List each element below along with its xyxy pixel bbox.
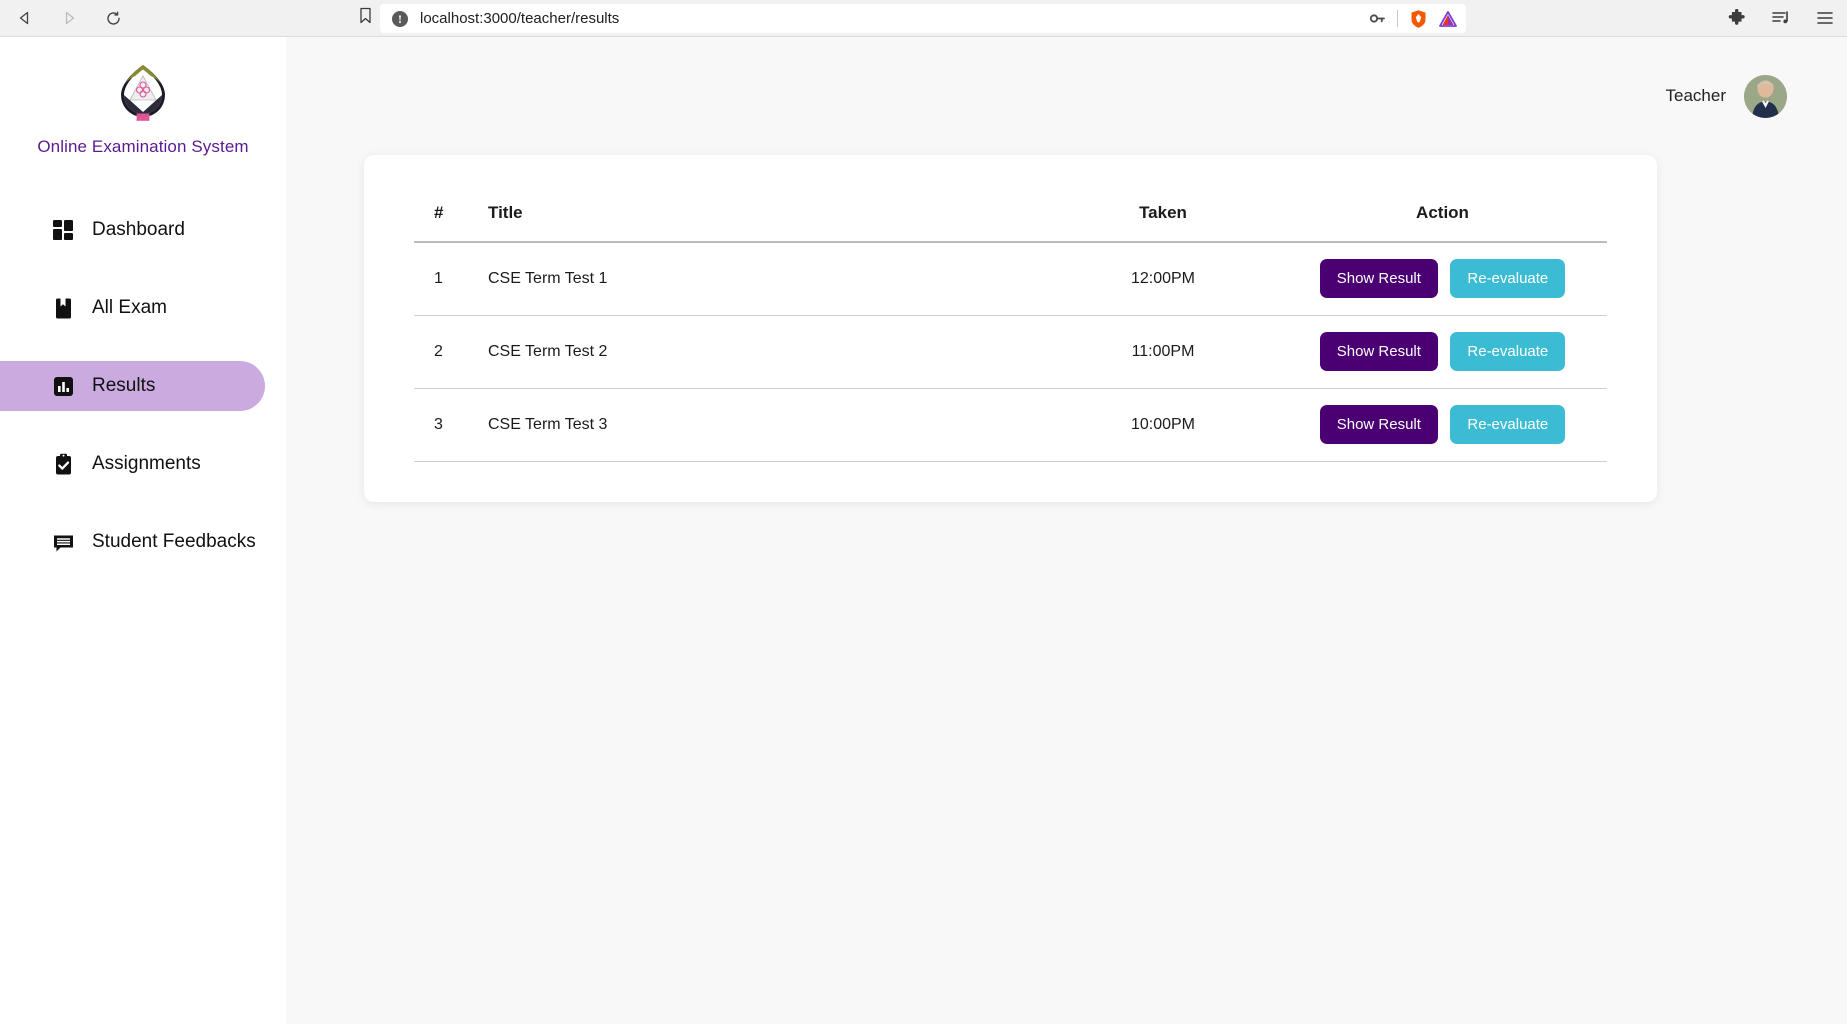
reload-button[interactable] [99,4,127,32]
hamburger-menu-icon[interactable] [1813,6,1837,30]
table-row: 2 CSE Term Test 2 11:00PM Show Result Re… [414,315,1607,389]
password-key-icon[interactable] [1367,9,1387,29]
url-text[interactable]: localhost:3000/teacher/results [420,10,1367,27]
chat-message-icon [52,531,75,554]
row-actions: Show Result Re-evaluate [1278,388,1607,462]
svg-text:UNIV: UNIV [137,100,150,106]
row-number: 1 [414,242,488,316]
playlist-icon[interactable] [1769,6,1793,30]
browser-nav-buttons [0,4,127,32]
sidebar: UNIV ███ Online Examination System Dashb… [0,37,286,1024]
row-title: CSE Term Test 1 [488,242,1048,316]
avatar[interactable] [1744,74,1787,118]
results-table-body: 1 CSE Term Test 1 12:00PM Show Result Re… [414,242,1607,462]
extensions-puzzle-icon[interactable] [1725,6,1749,30]
row-title: CSE Term Test 3 [488,388,1048,462]
brand: UNIV ███ Online Examination System [0,61,286,157]
table-row: 3 CSE Term Test 3 10:00PM Show Result Re… [414,388,1607,462]
bookmark-button[interactable] [352,5,378,31]
sidebar-item-student-feedbacks[interactable]: Student Feedbacks [0,517,265,567]
sidebar-item-label: All Exam [92,297,167,318]
row-actions: Show Result Re-evaluate [1278,242,1607,316]
bar-chart-icon [52,375,75,398]
column-header-action: Action [1278,203,1607,243]
sidebar-item-label: Dashboard [92,219,185,240]
forward-button[interactable] [55,4,83,32]
sidebar-item-label: Student Feedbacks [92,531,256,552]
results-card: # Title Taken Action 1 CSE Term Test 1 1… [364,155,1657,502]
user-role-label: Teacher [1665,86,1726,105]
re-evaluate-button[interactable]: Re-evaluate [1450,332,1566,371]
browser-right-actions [1725,6,1837,30]
results-table: # Title Taken Action 1 CSE Term Test 1 1… [414,203,1607,462]
results-table-head: # Title Taken Action [414,203,1607,243]
address-bar[interactable]: ! localhost:3000/teacher/results [380,4,1466,33]
bookmark-icon [358,7,373,29]
column-header-num: # [414,203,488,243]
row-actions: Show Result Re-evaluate [1278,315,1607,389]
forward-arrow-icon [61,10,77,26]
dashboard-grid-icon [52,219,75,242]
re-evaluate-button[interactable]: Re-evaluate [1450,405,1566,444]
toolbar-divider [1397,10,1398,27]
clipboard-check-icon [52,453,75,476]
back-arrow-icon [17,10,33,26]
show-result-button[interactable]: Show Result [1319,405,1438,444]
sidebar-item-assignments[interactable]: Assignments [0,439,265,489]
re-evaluate-button[interactable]: Re-evaluate [1450,259,1566,299]
sidebar-item-label: Results [92,375,156,396]
sidebar-item-results[interactable]: Results [0,361,265,411]
brave-shield-icon[interactable] [1408,9,1428,29]
row-taken: 12:00PM [1048,242,1278,316]
app-shell: UNIV ███ Online Examination System Dashb… [0,37,1847,1024]
row-number: 3 [414,388,488,462]
site-info-icon[interactable]: ! [392,10,408,27]
svg-text:███: ███ [137,113,151,121]
brave-rewards-icon[interactable] [1438,9,1458,29]
back-button[interactable] [11,4,39,32]
table-header-row: # Title Taken Action [414,203,1607,243]
sidebar-item-dashboard[interactable]: Dashboard [0,205,265,255]
row-number: 2 [414,315,488,389]
university-crest-logo: UNIV ███ [112,61,174,123]
column-header-title: Title [488,203,1048,243]
reload-icon [105,10,122,27]
browser-toolbar: ! localhost:3000/teacher/results [0,0,1847,37]
row-taken: 11:00PM [1048,315,1278,389]
row-taken: 10:00PM [1048,388,1278,462]
table-row: 1 CSE Term Test 1 12:00PM Show Result Re… [414,242,1607,316]
main-content: Teacher # Title Taken Action 1 CSE Term … [286,37,1847,1024]
show-result-button[interactable]: Show Result [1319,259,1438,299]
sidebar-item-label: Assignments [92,453,201,474]
column-header-taken: Taken [1048,203,1278,243]
page-topbar: Teacher [286,37,1847,155]
book-icon [52,297,75,320]
address-bar-actions [1367,9,1458,29]
sidebar-item-all-exam[interactable]: All Exam [0,283,265,333]
user-menu[interactable]: Teacher [1665,74,1787,118]
sidebar-nav: Dashboard All Exam Results Assignments S… [0,205,286,595]
show-result-button[interactable]: Show Result [1319,332,1438,371]
row-title: CSE Term Test 2 [488,315,1048,389]
brand-title: Online Examination System [37,137,249,156]
